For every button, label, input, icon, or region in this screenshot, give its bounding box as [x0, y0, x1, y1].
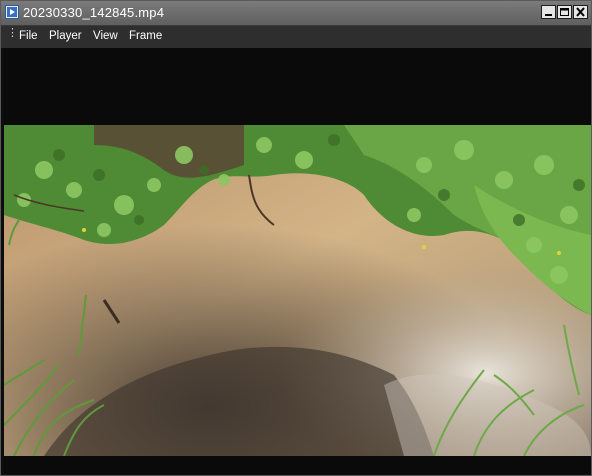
- menu-frame[interactable]: Frame: [129, 30, 162, 42]
- app-icon: [5, 5, 19, 19]
- title-bar[interactable]: 20230330_142845.mp4: [1, 1, 591, 26]
- window-title: 20230330_142845.mp4: [23, 5, 165, 20]
- menu-player[interactable]: Player: [49, 30, 82, 42]
- close-icon: [576, 7, 585, 17]
- video-frame[interactable]: [4, 125, 591, 456]
- minimize-button[interactable]: [541, 5, 556, 19]
- maximize-icon: [560, 8, 569, 16]
- minimize-icon: [545, 14, 552, 16]
- video-frame-image: [4, 125, 591, 456]
- player-window: 20230330_142845.mp4 ⋮ File Player View F…: [0, 0, 592, 476]
- menu-bar: ⋮ File Player View Frame: [1, 26, 591, 48]
- menu-file[interactable]: File: [19, 30, 38, 42]
- maximize-button[interactable]: [557, 5, 572, 19]
- menu-view[interactable]: View: [93, 30, 118, 42]
- close-button[interactable]: [573, 5, 588, 19]
- video-viewport[interactable]: [4, 48, 591, 474]
- menu-grip-icon[interactable]: ⋮: [7, 28, 18, 43]
